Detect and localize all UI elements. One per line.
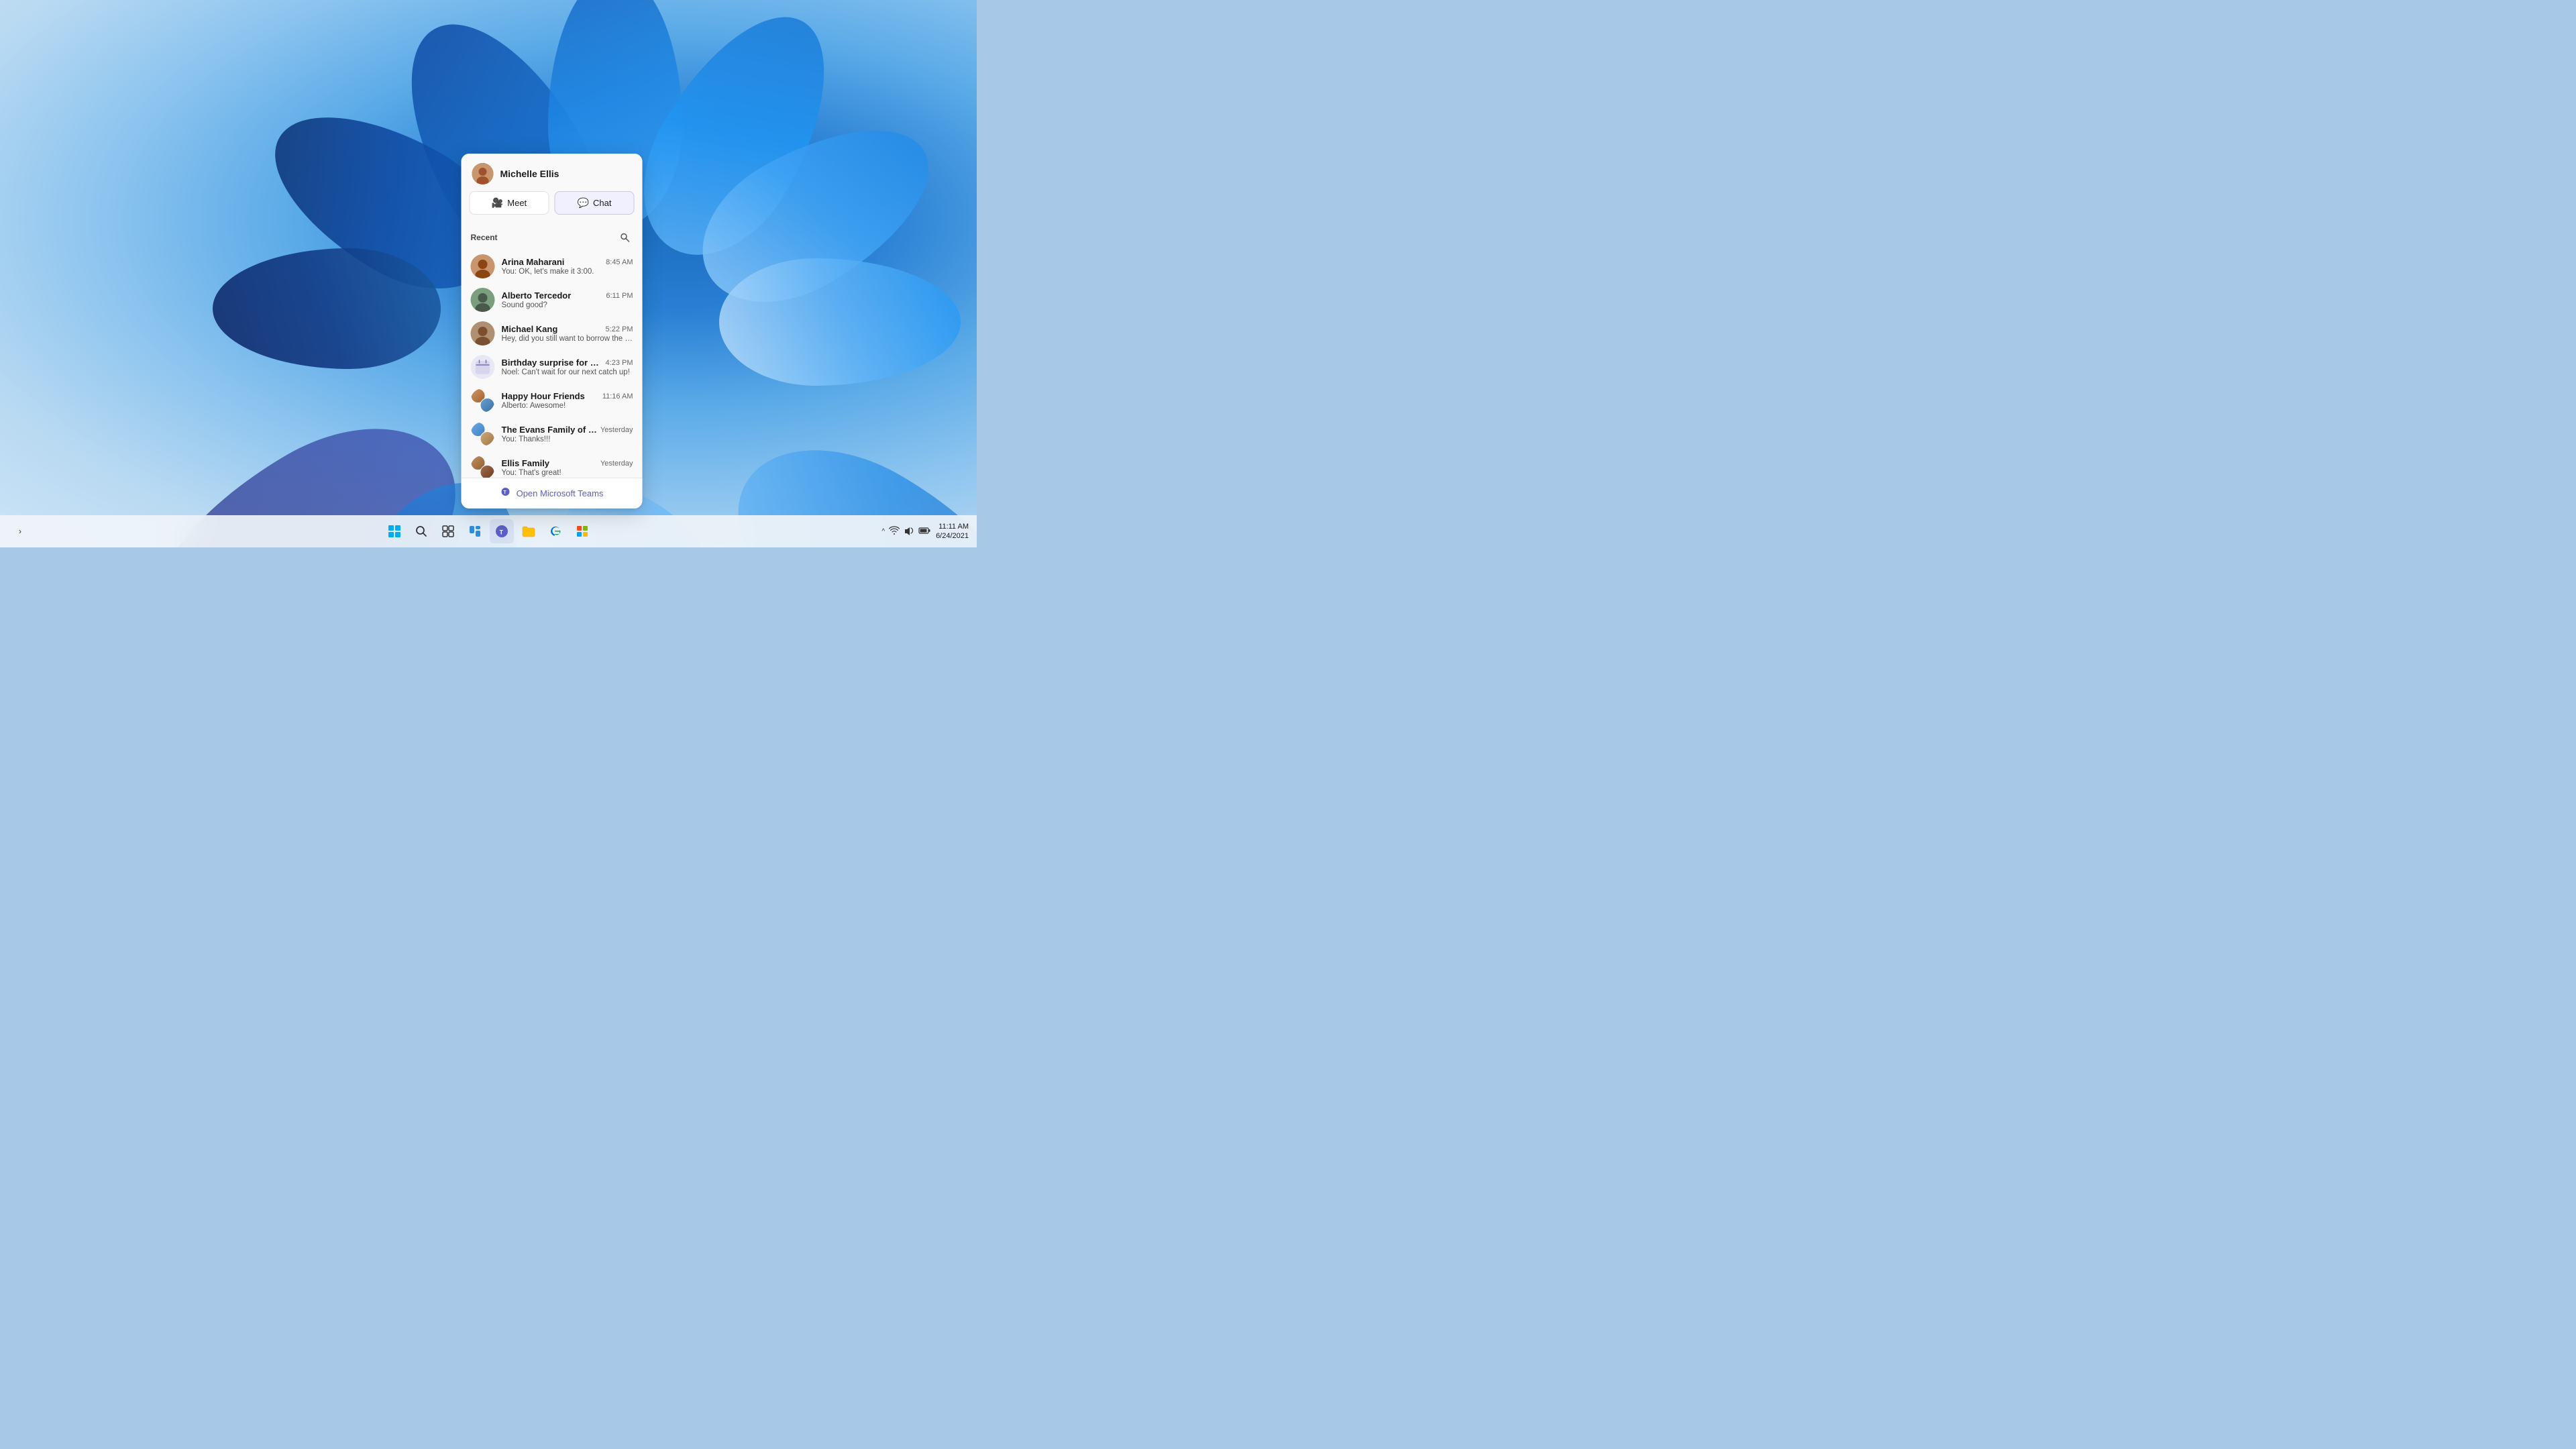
teams-icon: T [500, 486, 511, 500]
list-item[interactable]: Arina Maharani 8:45 AM You: OK, let's ma… [462, 250, 643, 283]
chat-list: Arina Maharani 8:45 AM You: OK, let's ma… [462, 250, 643, 478]
chat-preview: Sound good? [502, 301, 633, 309]
tray-expand-button[interactable]: › [8, 519, 32, 543]
chat-content: Birthday surprise for Mum 4:23 PM Noel: … [502, 358, 633, 376]
taskbar-right: ^ [881, 522, 969, 541]
avatar [471, 355, 495, 379]
chat-time: 6:11 PM [606, 292, 633, 300]
chat-preview: Noel: Can't wait for our next catch up! [502, 368, 633, 376]
avatar [471, 288, 495, 312]
chat-name: Arina Maharani [502, 257, 565, 267]
list-item[interactable]: Happy Hour Friends 11:16 AM Alberto: Awe… [462, 384, 643, 417]
chat-content: Happy Hour Friends 11:16 AM Alberto: Awe… [502, 391, 633, 410]
file-explorer-button[interactable] [517, 519, 541, 543]
taskbar-left: › [8, 519, 32, 543]
chat-time: 5:22 PM [606, 325, 633, 333]
edge-button[interactable] [543, 519, 568, 543]
avatar [471, 388, 495, 413]
teams-chat-popup: Michelle Ellis 🎥 Meet 💬 Chat Recent [462, 154, 643, 508]
chat-preview: You: That's great! [502, 469, 633, 477]
avatar [471, 455, 495, 478]
chat-icon: 💬 [578, 197, 589, 209]
chat-name: The Evans Family of Supers [502, 425, 598, 435]
store-button[interactable] [570, 519, 594, 543]
chat-name: Happy Hour Friends [502, 391, 585, 401]
chat-time: 4:23 PM [606, 359, 633, 367]
system-time: 11:11 AM [936, 522, 969, 531]
search-recent-button[interactable] [617, 229, 633, 246]
svg-text:T: T [504, 490, 507, 495]
chat-button[interactable]: 💬 Chat [555, 191, 635, 215]
chat-name: Ellis Family [502, 458, 550, 468]
chat-content: Arina Maharani 8:45 AM You: OK, let's ma… [502, 257, 633, 276]
list-item[interactable]: Ellis Family Yesterday You: That's great… [462, 451, 643, 478]
open-teams-button[interactable]: T Open Microsoft Teams [462, 478, 643, 508]
chat-content: Ellis Family Yesterday You: That's great… [502, 458, 633, 477]
chat-time: 11:16 AM [602, 392, 633, 400]
chat-content: Alberto Tercedor 6:11 PM Sound good? [502, 290, 633, 309]
search-button[interactable] [409, 519, 433, 543]
system-date: 6/24/2021 [936, 531, 969, 541]
avatar [471, 254, 495, 278]
video-icon: 🎥 [492, 197, 503, 209]
chat-time: 8:45 AM [606, 258, 633, 266]
desktop: Michelle Ellis 🎥 Meet 💬 Chat Recent [0, 0, 977, 547]
taskbar-center: T [382, 519, 594, 543]
avatar [472, 163, 494, 184]
recent-section-header: Recent [462, 223, 643, 250]
battery-icon[interactable] [918, 527, 930, 537]
widgets-button[interactable] [463, 519, 487, 543]
start-button[interactable] [382, 519, 407, 543]
svg-text:T: T [500, 529, 504, 536]
chat-name: Birthday surprise for Mum [502, 358, 603, 368]
chat-preview: Hey, did you still want to borrow the no… [502, 335, 633, 343]
chevron-icon[interactable]: ^ [881, 528, 885, 535]
list-item[interactable]: Michael Kang 5:22 PM Hey, did you still … [462, 317, 643, 350]
task-view-button[interactable] [436, 519, 460, 543]
avatar [471, 321, 495, 345]
wifi-icon[interactable] [889, 526, 900, 537]
volume-icon[interactable] [904, 526, 914, 537]
list-item[interactable]: The Evans Family of Supers Yesterday You… [462, 417, 643, 451]
list-item[interactable]: Alberto Tercedor 6:11 PM Sound good? [462, 283, 643, 317]
meet-button[interactable]: 🎥 Meet [470, 191, 549, 215]
popup-actions: 🎥 Meet 💬 Chat [462, 191, 643, 223]
chat-name: Alberto Tercedor [502, 290, 572, 301]
chat-time: Yesterday [600, 426, 633, 434]
open-teams-label: Open Microsoft Teams [517, 488, 604, 498]
recent-label: Recent [471, 233, 498, 242]
chat-content: Michael Kang 5:22 PM Hey, did you still … [502, 324, 633, 343]
popup-header: Michelle Ellis [462, 154, 643, 191]
chat-name: Michael Kang [502, 324, 558, 334]
system-tray: ^ [881, 526, 930, 537]
avatar [471, 422, 495, 446]
chat-preview: You: Thanks!!! [502, 435, 633, 443]
chat-preview: Alberto: Awesome! [502, 402, 633, 410]
chat-preview: You: OK, let's make it 3:00. [502, 268, 633, 276]
popup-username: Michelle Ellis [500, 168, 559, 179]
teams-taskbar-button[interactable]: T [490, 519, 514, 543]
taskbar: › [0, 515, 977, 547]
chat-time: Yesterday [600, 460, 633, 468]
list-item[interactable]: Birthday surprise for Mum 4:23 PM Noel: … [462, 350, 643, 384]
system-clock[interactable]: 11:11 AM 6/24/2021 [936, 522, 969, 541]
chat-content: The Evans Family of Supers Yesterday You… [502, 425, 633, 443]
